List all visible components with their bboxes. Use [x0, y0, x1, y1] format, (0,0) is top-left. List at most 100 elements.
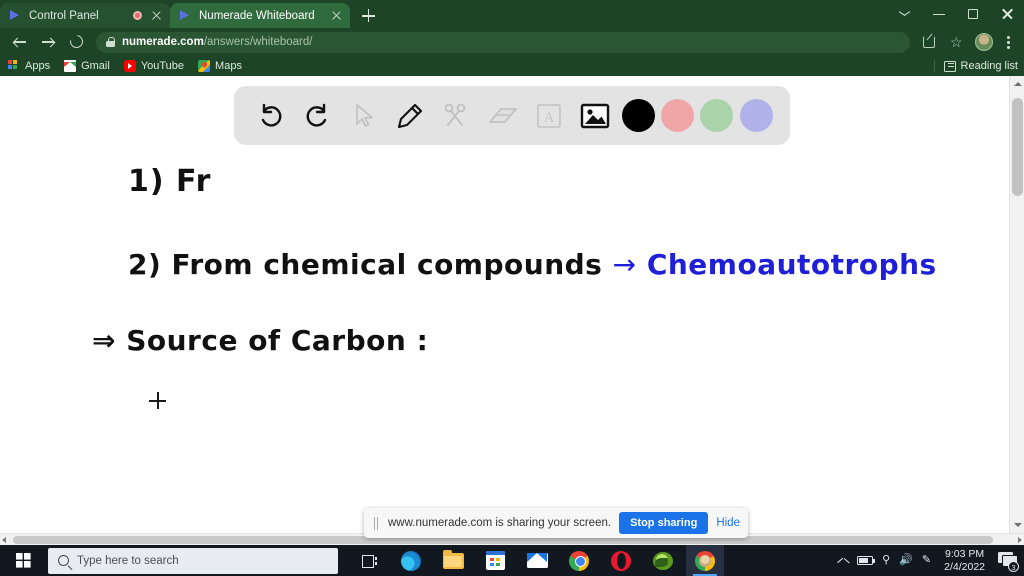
eraser-icon[interactable]: [483, 96, 523, 136]
taskbar-clock[interactable]: 9:03 PM 2/4/2022: [940, 548, 989, 574]
redo-icon[interactable]: [297, 96, 337, 136]
reading-list-button[interactable]: Reading list: [933, 60, 1018, 72]
bookmark-youtube[interactable]: YouTube: [123, 60, 185, 72]
image-icon[interactable]: [575, 96, 615, 136]
stop-sharing-button[interactable]: Stop sharing: [619, 512, 709, 534]
start-button[interactable]: [0, 545, 46, 576]
notification-center-button[interactable]: 3: [998, 551, 1019, 572]
scroll-up-arrow-icon[interactable]: [1010, 76, 1024, 91]
new-tab-button[interactable]: [354, 3, 382, 28]
browser-toolbar: numerade.com/answers/whiteboard/ ☆: [0, 28, 1024, 56]
scroll-down-arrow-icon[interactable]: [1010, 518, 1024, 533]
edge-icon: [401, 550, 421, 571]
windows-taskbar: Type here to search ⚲ 🔊 ✎ 9:03 PM 2/4/20…: [0, 545, 1024, 576]
browser-window: Control Panel Numerade Whiteboard numera…: [0, 0, 1024, 545]
back-button[interactable]: [6, 29, 34, 55]
drag-grip-icon[interactable]: [372, 516, 380, 530]
note-line-3: ⇒ Source of Carbon :: [92, 324, 429, 357]
vertical-scroll-thumb[interactable]: [1012, 98, 1023, 196]
recording-indicator-icon[interactable]: [133, 11, 142, 20]
crosshair-cursor: [149, 392, 166, 409]
bookmark-maps[interactable]: Maps: [198, 60, 242, 72]
tab-close-icon[interactable]: [329, 8, 344, 23]
color-swatch-pink[interactable]: [661, 99, 695, 132]
screen-share-bar: www.numerade.com is sharing your screen.…: [364, 508, 748, 538]
tab-numerade-whiteboard[interactable]: Numerade Whiteboard: [170, 3, 350, 28]
avatar[interactable]: [975, 33, 993, 51]
address-bar-text: numerade.com/answers/whiteboard/: [122, 36, 312, 48]
close-window-button[interactable]: [990, 0, 1024, 28]
reload-button[interactable]: [62, 29, 90, 55]
taskbar-app-edge[interactable]: [392, 545, 430, 576]
hide-share-bar-link[interactable]: Hide: [716, 517, 740, 529]
undo-icon[interactable]: [251, 96, 291, 136]
bookmark-label: YouTube: [140, 60, 185, 72]
url-path: /answers/whiteboard/: [203, 36, 313, 48]
taskbar-app-opera[interactable]: [602, 545, 640, 576]
maximize-button[interactable]: [956, 0, 990, 28]
pen-icon[interactable]: ✎: [922, 555, 931, 566]
text-icon[interactable]: A: [529, 96, 569, 136]
windows-start-icon: [15, 553, 31, 568]
youtube-icon: [123, 60, 136, 72]
color-swatch-purple[interactable]: [739, 99, 773, 132]
chrome-menu-button[interactable]: [998, 29, 1018, 55]
reading-list-label: Reading list: [960, 60, 1018, 72]
whiteboard-toolbar: A: [234, 86, 790, 145]
scissors-icon[interactable]: [436, 96, 476, 136]
pencil-icon[interactable]: [390, 96, 430, 136]
numerade-favicon: [9, 9, 22, 22]
taskbar-apps: [350, 545, 724, 576]
bookmarks-bar: Apps Gmail YouTube Maps Reading list: [0, 56, 1024, 76]
address-bar[interactable]: numerade.com/answers/whiteboard/: [96, 31, 910, 53]
bookmark-gmail[interactable]: Gmail: [64, 60, 110, 72]
tab-strip: Control Panel Numerade Whiteboard: [0, 0, 1024, 28]
minimize-button[interactable]: [922, 0, 956, 28]
svg-text:A: A: [544, 110, 555, 126]
chrome-whiteboard-icon: [695, 550, 715, 571]
chrome-icon: [569, 550, 589, 571]
omnibox-actions: ☆: [916, 29, 1018, 55]
bookmark-label: Maps: [215, 60, 242, 72]
scroll-right-arrow-icon[interactable]: [1018, 537, 1022, 543]
back-arrow-icon: [14, 36, 26, 48]
taskbar-search-input[interactable]: Type here to search: [48, 547, 338, 574]
reload-icon: [67, 32, 86, 51]
minimize-icon: [933, 14, 945, 16]
color-swatch-green[interactable]: [700, 99, 734, 132]
tab-close-icon[interactable]: [149, 8, 164, 23]
battery-icon[interactable]: [857, 556, 876, 565]
volume-icon[interactable]: 🔊: [899, 555, 913, 566]
vertical-scrollbar[interactable]: [1009, 76, 1024, 533]
tab-control-panel[interactable]: Control Panel: [0, 3, 170, 28]
screen-share-message: www.numerade.com is sharing your screen.: [388, 517, 612, 529]
clock-time: 9:03 PM: [945, 547, 985, 560]
taskbar-app-chrome-whiteboard[interactable]: [686, 545, 724, 576]
whiteboard-canvas[interactable]: 1) Fr 2) From chemical compounds → Chemo…: [0, 76, 1024, 545]
color-swatch-black[interactable]: [621, 99, 655, 132]
note-line-2-blue: Chemoautotrophs: [646, 248, 937, 281]
forward-arrow-icon: [42, 36, 54, 48]
lock-icon: [106, 37, 115, 47]
task-view-button[interactable]: [350, 545, 388, 576]
screen: Control Panel Numerade Whiteboard numera…: [0, 0, 1024, 576]
chevron-up-icon[interactable]: [838, 557, 848, 564]
taskbar-app-nvidia[interactable]: [644, 545, 682, 576]
reading-list-icon: [943, 60, 956, 72]
taskbar-app-mail[interactable]: [518, 545, 556, 576]
bookmark-apps[interactable]: Apps: [8, 60, 50, 72]
note-arrow-icon: →: [612, 248, 637, 281]
scroll-left-arrow-icon[interactable]: [2, 537, 6, 543]
notification-count-badge: 3: [1008, 560, 1019, 572]
taskbar-app-chrome[interactable]: [560, 545, 598, 576]
taskbar-app-store[interactable]: [476, 545, 514, 576]
collapse-button[interactable]: [888, 0, 922, 28]
forward-button[interactable]: [34, 29, 62, 55]
pointer-icon[interactable]: [344, 96, 384, 136]
share-button[interactable]: [916, 29, 942, 55]
numerade-favicon: [179, 9, 192, 22]
note-line-1: 1) Fr: [128, 164, 212, 199]
bookmark-button[interactable]: ☆: [944, 29, 970, 55]
taskbar-app-explorer[interactable]: [434, 545, 472, 576]
wifi-icon[interactable]: ⚲: [882, 555, 890, 566]
